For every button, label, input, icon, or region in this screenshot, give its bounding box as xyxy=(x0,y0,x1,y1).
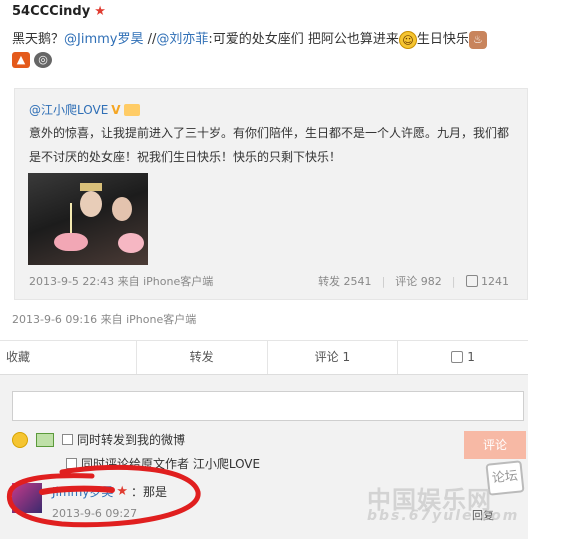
comment-panel: 同时转发到我的微博 同时评论给原文作者 江小爬LOVE 评论 Jimmy罗昊 ★… xyxy=(0,374,528,539)
reply-author-option[interactable]: 同时评论给原文作者 江小爬LOVE xyxy=(66,455,260,472)
like-button-count: 1 xyxy=(467,350,475,364)
submit-comment-button[interactable]: 评论 xyxy=(464,431,526,459)
reposted-card: @江小爬LOVE V 意外的惊喜，让我提前进入了三十岁。有你们陪伴，生日都不是一… xyxy=(14,88,528,300)
repost-button[interactable]: 转发 xyxy=(137,341,268,374)
verified-v-icon: V xyxy=(111,102,121,117)
emoji-picker-icon[interactable] xyxy=(12,431,28,448)
film-reel-emoji-icon: ◎ xyxy=(34,52,52,68)
candle-emoji-icon: ▲ xyxy=(12,52,30,68)
favorite-button[interactable]: 收藏 xyxy=(0,341,137,374)
thumbs-up-icon xyxy=(451,351,464,363)
repost-stats: 转发 2541 | 评论 982 | 1241 xyxy=(318,273,509,289)
post-meta: 2013-9-6 09:16 来自 iPhone客户端 xyxy=(12,313,197,326)
member-badge-icon: ★ xyxy=(94,4,106,19)
post-text: 黑天鹅？@Jimmy罗昊 //@刘亦菲:可爱的处女座们 把阿公也算进来 ☺ 生日快乐… xyxy=(12,30,552,50)
like-count-link[interactable]: 1241 xyxy=(465,274,509,288)
repost-meta: 2013-9-5 22:43 来自 iPhone客户端 xyxy=(29,275,214,288)
candle-shape xyxy=(70,203,72,233)
like-button[interactable]: 1 xyxy=(398,341,528,374)
repost-option-label: 同时转发到我的微博 xyxy=(77,433,186,447)
post-text-suffix: 生日快乐 xyxy=(416,32,469,47)
cake-emoji-icon: ♨ xyxy=(468,30,487,49)
post-emoji-row: ▲ ◎ xyxy=(12,52,52,68)
cake-shape xyxy=(54,233,88,251)
stat-divider: | xyxy=(381,274,386,288)
image-upload-icon[interactable] xyxy=(36,432,54,447)
repost-text: 意外的惊喜，让我提前进入了三十岁。有你们陪伴，生日都不是一个人许愿。九月，我们都… xyxy=(29,126,510,164)
comment-author-name[interactable]: Jimmy罗昊 xyxy=(52,483,113,500)
action-bar: 收藏 转发 评论 1 1 xyxy=(0,340,528,374)
laugh-emoji-icon: ☺ xyxy=(398,30,417,49)
comment-author: Jimmy罗昊 ★ ：那是 xyxy=(52,483,167,500)
comment-text: ：那是 xyxy=(131,485,168,499)
post-author-name[interactable]: 54CCCindy xyxy=(12,4,90,19)
repost-author-name[interactable]: @江小爬LOVE xyxy=(29,101,108,118)
mention-liuyifei-link[interactable]: @刘亦菲 xyxy=(156,32,208,47)
post-text-prefix: 黑天鹅？ xyxy=(12,32,65,47)
avatar[interactable] xyxy=(12,483,42,513)
stat-divider: | xyxy=(451,274,456,288)
repost-author[interactable]: @江小爬LOVE V xyxy=(29,101,140,118)
repost-option[interactable]: 同时转发到我的微博 xyxy=(62,431,185,448)
person-left xyxy=(80,191,102,217)
comment-input[interactable] xyxy=(12,391,524,421)
repost-checkbox[interactable] xyxy=(62,434,73,445)
member-badge-icon: ★ xyxy=(116,484,129,499)
reply-author-checkbox[interactable] xyxy=(66,458,77,469)
pig-cake-shape xyxy=(118,233,144,253)
comment-tools: 同时转发到我的微博 xyxy=(12,431,185,448)
comment-tab-label: 评论 1 xyxy=(314,350,351,364)
comment-time: 2013-9-6 09:27 xyxy=(52,507,138,520)
comment-item: Jimmy罗昊 ★ ：那是 2013-9-6 09:27 回复 xyxy=(12,479,524,535)
repost-count-link[interactable]: 转发 2541 xyxy=(318,273,372,289)
thumbs-up-icon xyxy=(465,274,478,287)
person-right xyxy=(112,197,132,221)
repost-photo[interactable] xyxy=(28,173,148,265)
reply-link[interactable]: 回复 xyxy=(472,507,494,523)
like-count: 1241 xyxy=(481,274,509,288)
mention-jimmy-link[interactable]: @Jimmy罗昊 xyxy=(64,32,143,47)
comment-tab-button[interactable]: 评论 1 xyxy=(268,341,399,374)
level-badge-icon xyxy=(123,103,140,116)
reply-author-option-label: 同时评论给原文作者 江小爬LOVE xyxy=(81,457,261,471)
comment-count-link[interactable]: 评论 982 xyxy=(395,273,442,289)
separator: // xyxy=(143,32,157,47)
post-text-body: :可爱的处女座们 把阿公也算进来 xyxy=(208,32,399,47)
post-author[interactable]: 54CCCindy ★ xyxy=(12,4,106,19)
crown-shape xyxy=(80,183,102,191)
